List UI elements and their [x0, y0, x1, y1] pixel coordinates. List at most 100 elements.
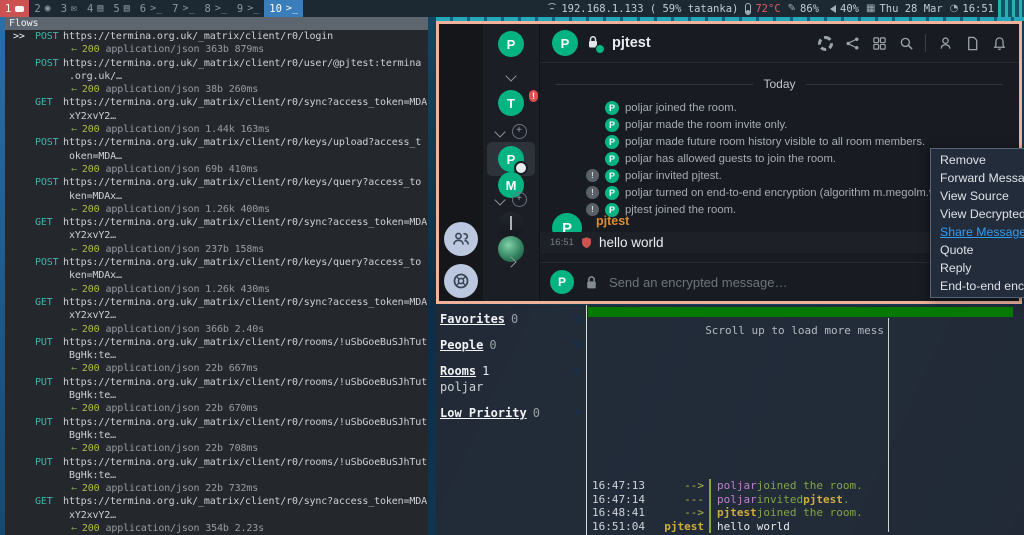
volume-text: 40% [840, 3, 859, 15]
flow-url-continuation: .org.uk/… [69, 70, 428, 83]
gear-icon [818, 36, 833, 51]
notification-badge: ! [527, 88, 540, 104]
response-arrow-icon: ← [71, 363, 77, 374]
lifebuoy-icon [452, 272, 470, 290]
flow-url-continuation: xY2xvY2… [69, 309, 428, 322]
response-status: 200 [82, 284, 100, 295]
thermometer-icon [745, 3, 751, 15]
flow-row[interactable]: GEThttps://termina.org.uk/_matrix/client… [5, 216, 428, 256]
workspace-4[interactable]: 4▤ [82, 0, 108, 17]
help-button[interactable] [444, 264, 478, 298]
buffer-item-poljar[interactable]: poljar [440, 380, 582, 394]
flow-row[interactable]: GEThttps://termina.org.uk/_matrix/client… [5, 96, 428, 136]
user-avatar[interactable]: P [483, 31, 539, 57]
unencrypted-warning-shield-icon [580, 236, 593, 249]
log-line: 16:47:14---poljar invited pjtest. [592, 493, 1024, 506]
section-lowpriority-header[interactable]: + [483, 192, 539, 207]
header-divider [925, 34, 926, 52]
message-input[interactable]: Send an encrypted message… [609, 275, 966, 290]
buffer-section-header[interactable]: Low Priority0▼ [440, 406, 582, 420]
workspace-7[interactable]: 7>_ [167, 0, 199, 17]
flow-method: POST [35, 57, 63, 70]
flow-row[interactable]: POSThttps://termina.org.uk/_matrix/clien… [5, 176, 428, 216]
settings-button[interactable] [817, 35, 833, 51]
members-button[interactable] [937, 35, 953, 51]
brightness-icon: ✎ [788, 4, 796, 14]
flow-row[interactable]: PUThttps://termina.org.uk/_matrix/client… [5, 336, 428, 376]
flow-row[interactable]: POSThttps://termina.org.uk/_matrix/clien… [5, 136, 428, 176]
workspace-number: 6 [140, 3, 146, 15]
buffer-section-header[interactable]: People0▼ [440, 338, 582, 352]
menu-item-remove[interactable]: Remove [931, 151, 1024, 169]
flow-row[interactable]: PUThttps://termina.org.uk/_matrix/client… [5, 456, 428, 496]
flow-method: GET [35, 296, 63, 309]
flow-row[interactable]: PUThttps://termina.org.uk/_matrix/client… [5, 376, 428, 416]
section-rooms-header[interactable]: + [483, 124, 539, 139]
brightness-text: 86% [800, 3, 819, 15]
workspace-list: 12◉3✉4▤5▤6>_7>_8>_9>_10>_ [0, 0, 303, 17]
room-list-item-T[interactable]: T! [483, 90, 539, 116]
flow-row[interactable]: POSThttps://termina.org.uk/_matrix/clien… [5, 256, 428, 296]
menu-item-view-decrypted-s[interactable]: View Decrypted S [931, 205, 1024, 223]
response-meta: application/json 1.26k 400ms [106, 204, 270, 215]
section-collapse-invites[interactable] [483, 72, 539, 80]
flow-row[interactable]: GEThttps://termina.org.uk/_matrix/client… [5, 495, 428, 535]
menu-item-reply[interactable]: Reply [931, 259, 1024, 277]
composer-lock-icon [584, 275, 599, 290]
log-segment: . [843, 493, 850, 506]
chat-area: Scroll up to load more mess 16:47:13-->p… [588, 305, 1024, 535]
workspace-8[interactable]: 8>_ [200, 0, 232, 17]
notifications-button[interactable] [991, 35, 1007, 51]
room-list-item-image-1[interactable] [483, 212, 539, 238]
terminal-icon: >_ [247, 4, 259, 14]
temperature-status: 72°C [745, 3, 780, 15]
search-button[interactable] [898, 35, 914, 51]
response-status: 200 [82, 483, 100, 494]
buffer-section-header[interactable]: Favorites0▼ [440, 312, 582, 326]
workspace-5[interactable]: 5▤ [108, 0, 134, 17]
workspace-2[interactable]: 2◉ [29, 0, 55, 17]
book-icon: ▤ [97, 4, 103, 14]
workspace-6[interactable]: 6>_ [135, 0, 167, 17]
clock-icon: ◔ [950, 4, 959, 14]
files-button[interactable] [964, 35, 980, 51]
menu-item-quote[interactable]: Quote [931, 241, 1024, 259]
flow-row[interactable]: >>POSThttps://termina.org.uk/_matrix/cli… [5, 30, 428, 57]
add-room-icon: + [512, 124, 527, 139]
menu-item-end-to-end-encry[interactable]: End-to-end encry [931, 277, 1024, 295]
flow-method: PUT [35, 376, 63, 389]
response-arrow-icon: ← [71, 523, 77, 534]
response-meta: application/json 22b 670ms [106, 403, 259, 414]
workspace-1[interactable]: 1 [0, 0, 29, 17]
menu-item-view-source[interactable]: View Source [931, 187, 1024, 205]
flow-response-line: ←200application/json 22b 732ms [71, 482, 428, 495]
flow-row[interactable]: PUThttps://termina.org.uk/_matrix/client… [5, 416, 428, 456]
flow-method: GET [35, 216, 63, 229]
response-status: 200 [82, 164, 100, 175]
response-meta: application/json 366b 2.40s [106, 324, 265, 335]
calendar-icon: ▦ [866, 4, 875, 14]
apps-button[interactable] [871, 35, 887, 51]
response-meta: application/json 22b 708ms [106, 443, 259, 454]
flow-url: https://termina.org.uk/_matrix/client/r0… [63, 457, 427, 468]
menu-item-forward-message[interactable]: Forward Message [931, 169, 1024, 187]
room-list-item-P[interactable]: P [483, 146, 539, 172]
expand-room-list[interactable] [483, 258, 539, 266]
workspace-9[interactable]: 9>_ [232, 0, 264, 17]
community-people-button[interactable] [444, 222, 478, 256]
share-room-button[interactable] [844, 35, 860, 51]
terminal-icon: >_ [215, 4, 227, 14]
flow-row[interactable]: POSThttps://termina.org.uk/_matrix/clien… [5, 57, 428, 97]
message-timestamp: 16:51 [550, 237, 580, 248]
workspace-3[interactable]: 3✉ [56, 0, 82, 17]
workspace-10[interactable]: 10>_ [264, 0, 303, 17]
flow-url-continuation: BgHk:te… [69, 429, 428, 442]
buffer-section-header[interactable]: Rooms1▼ [440, 364, 582, 378]
flow-row[interactable]: GEThttps://termina.org.uk/_matrix/client… [5, 296, 428, 336]
prefix-separator [709, 520, 711, 533]
room-avatar[interactable]: P [552, 30, 578, 56]
verified-shield-icon [595, 44, 605, 54]
menu-item-share-message[interactable]: Share Message [931, 223, 1024, 241]
flow-url-continuation: xY2xvY2… [69, 509, 428, 522]
response-arrow-icon: ← [71, 244, 77, 255]
